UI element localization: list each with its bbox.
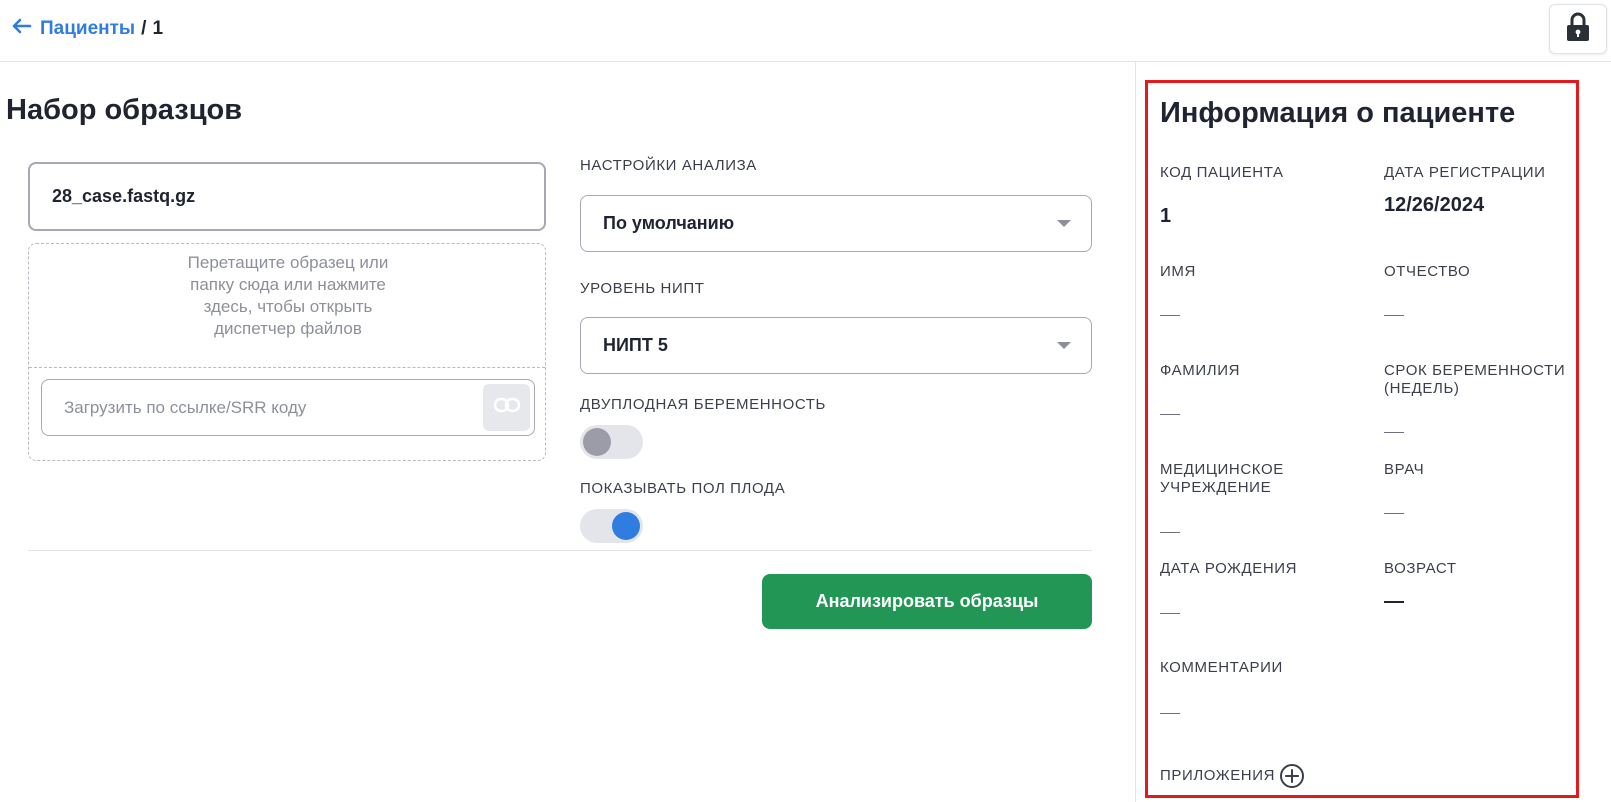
- breadcrumb-separator: /: [141, 17, 147, 39]
- drop-zone-divider: [29, 367, 545, 368]
- pregnancy-term-label: СРОК БЕРЕМЕННОСТИ (НЕДЕЛЬ): [1384, 362, 1566, 397]
- lock-icon: [1566, 12, 1590, 47]
- birth-date-empty: [1160, 613, 1180, 614]
- load-link-button[interactable]: [483, 384, 530, 431]
- analyze-samples-button[interactable]: Анализировать образцы: [762, 574, 1092, 629]
- plus-circle-icon[interactable]: [1279, 763, 1305, 789]
- analysis-settings-value: По умолчанию: [603, 213, 735, 233]
- patronymic-empty: [1384, 315, 1404, 316]
- age-empty: [1384, 601, 1404, 603]
- birth-date-label: ДАТА РОЖДЕНИЯ: [1160, 560, 1298, 577]
- breadcrumb-patients-link[interactable]: Пациенты: [40, 18, 135, 40]
- breadcrumb: Пациенты / 1: [12, 17, 163, 40]
- toggle-knob: [612, 512, 640, 540]
- top-bar: Пациенты / 1: [0, 0, 1611, 62]
- patient-info-title: Информация о пациенте: [1160, 97, 1516, 129]
- selected-file-item[interactable]: 28_case.fastq.gz: [28, 162, 546, 231]
- twin-pregnancy-toggle[interactable]: [580, 425, 643, 459]
- nipt-level-value: НИПТ 5: [603, 335, 668, 355]
- toggle-knob: [583, 428, 611, 456]
- patronymic-label: ОТЧЕСТВО: [1384, 263, 1471, 280]
- doctor-empty: [1384, 513, 1404, 514]
- age-label: ВОЗРАСТ: [1384, 560, 1457, 577]
- pregnancy-term-empty: [1384, 432, 1404, 433]
- surname-label: ФАМИЛИЯ: [1160, 362, 1241, 379]
- comments-label: КОММЕНТАРИИ: [1160, 659, 1283, 676]
- medical-institution-empty: [1160, 532, 1180, 533]
- show-fetal-sex-label: ПОКАЗЫВАТЬ ПОЛ ПЛОДА: [580, 480, 786, 497]
- attachments-row: ПРИЛОЖЕНИЯ: [1160, 763, 1305, 789]
- link-icon: [493, 397, 521, 418]
- doctor-label: ВРАЧ: [1384, 461, 1425, 478]
- surname-empty: [1160, 414, 1180, 415]
- url-field: [41, 379, 535, 436]
- attachments-label: ПРИЛОЖЕНИЯ: [1160, 767, 1276, 784]
- caret-down-icon: [1057, 220, 1071, 227]
- breadcrumb-current: 1: [152, 17, 164, 39]
- first-name-label: ИМЯ: [1160, 263, 1196, 280]
- medical-institution-label: МЕДИЦИНСКОЕ УЧРЕЖДЕНИЕ: [1160, 461, 1284, 496]
- show-fetal-sex-toggle[interactable]: [580, 509, 643, 543]
- first-name-empty: [1160, 315, 1180, 316]
- analysis-settings-label: НАСТРОЙКИ АНАЛИЗА: [580, 157, 757, 174]
- url-input[interactable]: [64, 397, 464, 418]
- patient-code-label: КОД ПАЦИЕНТА: [1160, 164, 1284, 181]
- patient-code-value: 1: [1160, 205, 1172, 227]
- file-drop-zone[interactable]: Перетащите образец или папку сюда или на…: [28, 243, 546, 461]
- registration-date-label: ДАТА РЕГИСТРАЦИИ: [1384, 164, 1546, 181]
- arrow-left-icon[interactable]: [12, 17, 34, 40]
- twin-pregnancy-label: ДВУПЛОДНАЯ БЕРЕМЕННОСТЬ: [580, 396, 826, 413]
- comments-empty: [1160, 713, 1180, 714]
- lock-button[interactable]: [1549, 4, 1607, 54]
- patient-info-panel: Информация о пациенте КОД ПАЦИЕНТА 1 ДАТ…: [1145, 80, 1579, 798]
- caret-down-icon: [1057, 342, 1071, 349]
- nipt-level-select[interactable]: НИПТ 5: [580, 317, 1092, 374]
- section-divider: [28, 550, 1092, 551]
- drop-zone-text: Перетащите образец или папку сюда или на…: [187, 253, 389, 338]
- analysis-settings-select[interactable]: По умолчанию: [580, 195, 1092, 252]
- samples-title: Набор образцов: [6, 94, 243, 126]
- registration-date-value: 12/26/2024: [1384, 194, 1485, 216]
- panel-separator: [1135, 62, 1136, 802]
- nipt-level-label: УРОВЕНЬ НИПТ: [580, 280, 705, 297]
